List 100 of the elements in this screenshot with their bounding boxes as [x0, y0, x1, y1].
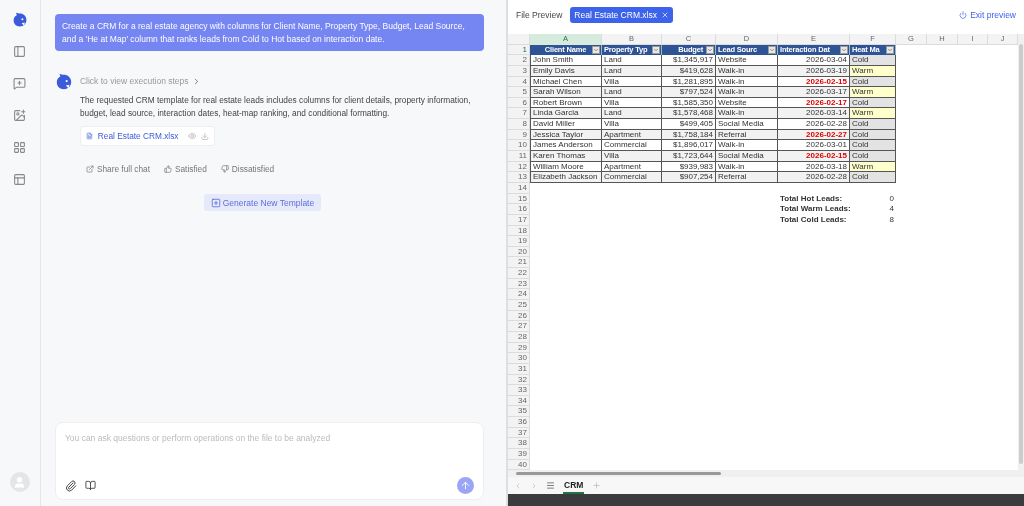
row-number: 15 [508, 193, 530, 205]
exit-preview-button[interactable]: Exit preview [959, 8, 1016, 22]
file-tab-label: Real Estate CRM.xlsx [574, 8, 657, 22]
thumbs-up-icon [163, 165, 172, 174]
row-number: 30 [508, 353, 530, 364]
table-cell: $499,405 [662, 119, 716, 130]
panel-title: File Preview [516, 8, 563, 22]
table-cell: Social Media [716, 119, 778, 130]
table-cell: Land [602, 65, 662, 77]
dissatisfied-button[interactable]: Dissatisfied [220, 163, 275, 176]
row-number: 25 [508, 300, 530, 311]
person-icon [13, 475, 27, 489]
row-number: 36 [508, 417, 530, 428]
filter-button[interactable] [886, 45, 894, 54]
total-label: Total Cold Leads: [779, 214, 848, 226]
filter-button[interactable] [706, 45, 714, 54]
paperclip-icon[interactable] [64, 479, 77, 492]
table-cell: Emily Davis [530, 65, 602, 77]
satisfied-button[interactable]: Satisfied [163, 163, 207, 176]
image-icon[interactable] [13, 109, 27, 122]
row-number: 14 [508, 182, 530, 194]
sheet-list-icon[interactable] [546, 481, 555, 490]
row-number: 13 [508, 172, 530, 183]
caret-icon [887, 46, 893, 53]
row-number: 16 [508, 204, 530, 215]
table-cell: Walk-in [716, 65, 778, 77]
layout-icon[interactable] [13, 173, 27, 186]
filter-button[interactable] [840, 45, 848, 54]
row-number: 31 [508, 363, 530, 375]
caret-icon [707, 46, 713, 53]
filter-button[interactable] [592, 45, 600, 54]
table-cell: $1,723,644 [662, 151, 716, 162]
table-cell: Referral [716, 172, 778, 183]
sidebar-toggle-icon[interactable] [13, 45, 27, 58]
vertical-scrollbar[interactable] [1018, 34, 1024, 470]
horizontal-scrollbar[interactable] [508, 470, 1024, 477]
user-message: Create a CRM for a real estate agency with columns for Client Name, Property Type, Budget, Lead Source, and a 'He at Map' column that ranks leads from Cold to Hot based on interaction date. [54, 14, 484, 51]
table-cell: 2026-02-28 [778, 172, 850, 183]
eye-icon[interactable] [187, 131, 197, 141]
row-number: 2 [508, 55, 530, 66]
table-cell: Villa [602, 119, 662, 130]
table-cell: Warm [850, 108, 896, 120]
table-cell: Cold [850, 97, 896, 109]
table-cell: Social Media [716, 151, 778, 162]
table-cell: 2026-03-17 [778, 87, 850, 98]
table-cell: Warm [850, 65, 896, 77]
table-cell: Elizabeth Jackson [530, 172, 602, 183]
row-number: 5 [508, 87, 530, 98]
close-icon[interactable] [661, 11, 669, 19]
table-cell: Cold [850, 172, 896, 183]
row-number: 33 [508, 385, 530, 396]
table-cell: Sarah Wilson [530, 87, 602, 98]
file-tab[interactable]: Real Estate CRM.xlsx [570, 7, 673, 23]
total-value: 4 [888, 204, 895, 215]
bird-logo-icon [11, 12, 28, 28]
attachment-name[interactable]: Real Estate CRM.xlsx [97, 129, 179, 143]
share-chat-link[interactable]: Share full chat [85, 163, 150, 176]
caret-icon [769, 46, 775, 53]
thumbs-down-icon [220, 165, 229, 174]
apps-icon[interactable] [13, 141, 27, 154]
caret-icon [841, 46, 847, 53]
assistant-reply: The requested CRM template for real estate leads includes columns for client details, property information, budget, lead source, interaction dates, heat-map ranking, and conditional formatting. [79, 94, 472, 120]
filter-button[interactable] [768, 45, 776, 54]
table-cell: David Miller [530, 119, 602, 130]
table-cell: 2026-03-04 [778, 55, 850, 66]
row-number: 28 [508, 331, 530, 343]
row-number: 7 [508, 108, 530, 120]
book-icon[interactable] [84, 480, 96, 491]
share-icon [85, 165, 94, 174]
generate-template-button[interactable]: Generate New Template [203, 194, 322, 212]
bird-logo-icon [54, 73, 73, 91]
new-chat-icon[interactable] [13, 77, 27, 90]
total-label: Total Warm Leads: [779, 204, 850, 215]
caret-icon [653, 46, 659, 53]
row-number: 3 [508, 65, 530, 77]
table-cell: Website [716, 55, 778, 66]
table-cell: Land [602, 55, 662, 66]
table-cell: Cold [850, 119, 896, 130]
row-number: 35 [508, 406, 530, 418]
table-cell: $907,254 [662, 172, 716, 183]
table-cell: Walk-in [716, 87, 778, 98]
power-icon [959, 11, 968, 19]
row-number: 18 [508, 225, 530, 237]
table-cell: Warm [850, 87, 896, 98]
table-cell: Villa [602, 151, 662, 162]
table-cell: Commercial [602, 172, 662, 183]
table-cell: John Smith [530, 55, 602, 66]
row-number: 38 [508, 438, 530, 449]
filter-button[interactable] [652, 45, 660, 54]
row-number: 27 [508, 321, 530, 332]
caret-icon [593, 46, 599, 53]
table-cell: Cold [850, 76, 896, 88]
row-number: 22 [508, 268, 530, 279]
table-cell: Cold [850, 140, 896, 152]
send-button[interactable] [457, 477, 474, 494]
table-cell: $419,628 [662, 65, 716, 77]
table-cell: 2026-03-19 [778, 65, 850, 77]
table-cell: Cold [850, 55, 896, 66]
row-number: 37 [508, 427, 530, 439]
attachment-card[interactable]: Real Estate CRM.xlsx [79, 126, 215, 146]
